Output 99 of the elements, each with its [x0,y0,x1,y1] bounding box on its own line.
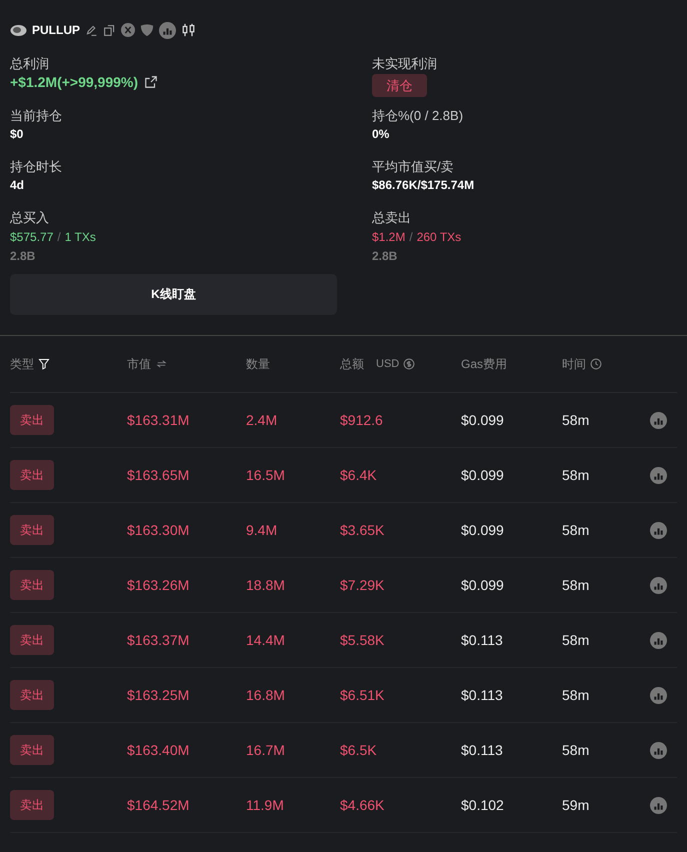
table-cell-text: 18.8M [246,577,286,593]
column-header: 时间 [562,356,586,372]
swap-icon [155,359,168,369]
table-cell-text: $912.6 [340,412,384,428]
chart-icon[interactable] [650,686,667,704]
table-cell-text: 58m [562,467,590,483]
token-symbol: PULLUP [32,23,80,37]
table-cell-text: $4.66K [340,797,386,813]
filter-icon [38,358,50,370]
table-cell-text: $164.52M [127,797,190,813]
shield-icon[interactable] [140,23,154,37]
table-cell-text: $0.113 [461,632,504,648]
table-cell-text: 58m [562,687,590,703]
trade-type-tag: 卖出 [10,405,54,435]
table-cell-text: 59m [562,797,590,813]
trade-type-tag: 卖出 [10,570,54,600]
stat-label: 持仓时长 [10,159,63,175]
stat-value: +$1.2M(+>99,999%) [10,74,138,90]
kline-watch-button[interactable]: K线盯盘 [10,274,337,315]
stat-value: 4d [10,177,26,193]
table-cell-text: 14.4M [246,632,286,648]
trade-type-tag: 卖出 [10,515,54,545]
tx-count: 260 TXs [416,230,462,244]
table-cell-text: 9.4M [246,522,278,538]
table-cell-text: $6.51K [340,687,386,703]
clear-position-button[interactable]: 清仓 [372,74,427,97]
stat-value: 0% [372,126,390,142]
table-cell-text: $6.4K [340,467,378,483]
trade-type-tag: 卖出 [10,790,54,820]
trade-type-tag: 卖出 [10,460,54,490]
table-cell-text: 16.8M [246,687,286,703]
copy-icon [103,24,116,36]
external-link-icon [144,75,158,89]
table-cell-text: $163.37M [127,632,190,648]
column-header: 类型 [10,356,34,372]
table-cell-text: $163.65M [127,467,190,483]
table-cell-text: $0.099 [461,577,505,593]
column-header: Gas费用 [461,356,508,372]
stat-label: 总卖出 [372,210,412,226]
table-cell-text: $0.099 [461,412,505,428]
table-cell-text: $163.26M [127,577,190,593]
stat-label: 总买入 [10,210,50,226]
stat-amount: $1.2M [372,230,406,244]
table-cell-text: 11.9M [246,797,285,813]
table-cell-text: $163.30M [127,522,190,538]
chart-icon[interactable] [650,796,667,814]
stat-value: $0 [10,126,24,142]
column-header: 总额 [340,356,364,372]
table-cell-text: $163.31M [127,412,190,428]
stat-value: $86.76K/$175.74M [372,177,476,193]
clock-icon [590,358,602,370]
stat-label: 持仓%(0 / 2.8B) [372,108,464,124]
table-cell-text: $6.5K [340,742,378,758]
chart-icon[interactable] [650,522,667,538]
edit-icon [85,24,98,36]
chart-icon[interactable] [650,466,667,484]
separator: / [409,230,413,244]
table-cell-text: $3.65K [340,522,386,538]
stat-label: 当前持仓 [10,108,63,124]
table-cell-text: $0.099 [461,467,505,483]
stat-quantity: 2.8B [372,248,398,264]
trade-type-tag: 卖出 [10,625,54,655]
table-cell-text: 16.5M [246,467,286,483]
table-cell-text: $0.113 [461,687,504,703]
coin-icon [403,358,416,370]
table-cell-text: $163.25M [127,687,190,703]
trade-type-tag: 卖出 [10,735,54,765]
x-icon[interactable] [121,23,135,37]
table-cell-text: 58m [562,632,590,648]
table-cell-text: 58m [562,412,590,428]
table-cell-text: 58m [562,577,590,593]
table-cell-text: $5.58K [340,632,386,648]
table-cell-text: 58m [562,522,590,538]
table-cell-text: $163.40M [127,742,190,758]
table-cell-text: $0.102 [461,797,505,813]
unit-label[interactable]: USD [376,358,400,370]
table-cell-text: 16.7M [246,742,286,758]
chart-icon[interactable] [650,412,667,428]
separator: / [57,230,61,244]
column-header: 市值 [127,356,151,372]
trade-type-tag: 卖出 [10,680,54,710]
stat-quantity: 2.8B [10,248,36,264]
stat-label: 未实现利润 [372,56,438,72]
token-logo-icon [10,24,27,36]
column-header: 数量 [246,356,271,372]
tx-count: 1 TXs [64,230,96,244]
candlestick-icon[interactable] [181,23,196,37]
table-cell-text: 58m [562,742,590,758]
stat-amount: $575.77 [10,230,54,244]
chart-icon[interactable] [650,742,667,758]
stat-label: 总利润 [10,56,50,72]
table-cell-text: 2.4M [246,412,278,428]
stat-label: 平均市值买/卖 [372,159,455,175]
table-cell-text: $0.113 [461,742,504,758]
chart-icon[interactable] [650,632,667,648]
table-cell-text: $0.099 [461,522,505,538]
table-cell-text: $7.29K [340,577,386,593]
chart-icon[interactable] [650,576,667,594]
chart-icon[interactable] [159,22,176,38]
